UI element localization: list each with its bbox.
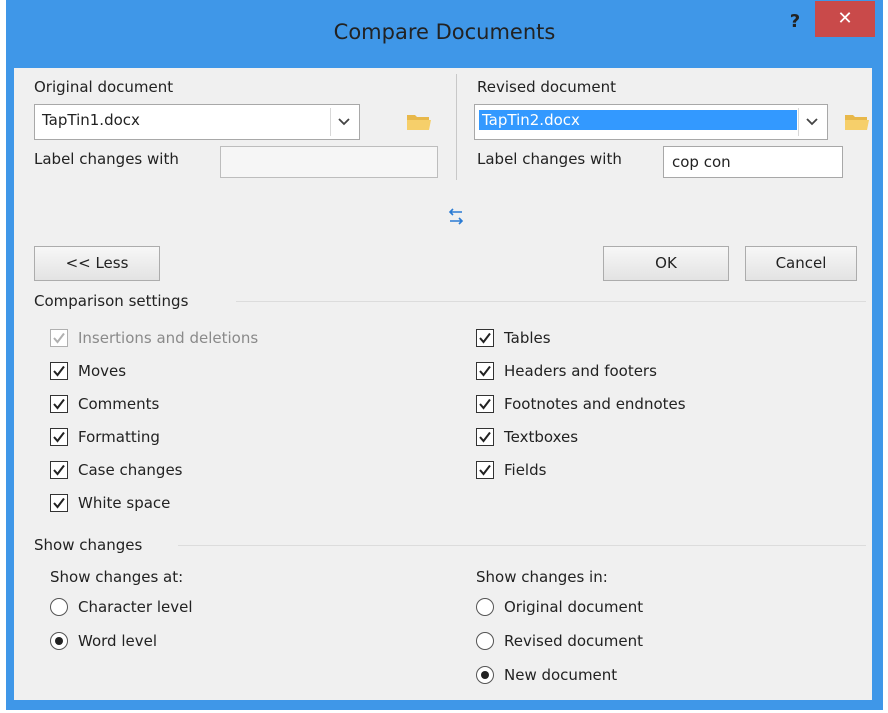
close-button[interactable]: ✕ <box>815 1 875 37</box>
show-changes-heading: Show changes <box>34 536 143 554</box>
headers-footers-label: Headers and footers <box>504 362 657 380</box>
revised-label-changes-text: Label changes with <box>477 150 622 168</box>
revised-label-changes-field[interactable]: cop con <box>663 146 843 178</box>
revised-document-radio[interactable] <box>476 632 494 650</box>
moves-label: Moves <box>78 362 127 380</box>
original-document-radio[interactable] <box>476 598 494 616</box>
tables-label: Tables <box>504 329 551 347</box>
insertions-deletions-label: Insertions and deletions <box>78 329 259 347</box>
footnotes-endnotes-checkbox[interactable] <box>476 395 494 413</box>
formatting-label: Formatting <box>78 428 160 446</box>
less-button[interactable]: << Less <box>34 246 160 281</box>
case-changes-checkbox[interactable] <box>50 461 68 479</box>
tables-checkbox[interactable] <box>476 329 494 347</box>
title-bar: Compare Documents ? ✕ <box>6 0 883 68</box>
folder-icon[interactable] <box>844 112 870 132</box>
white-space-checkbox[interactable] <box>50 494 68 512</box>
moves-checkbox[interactable] <box>50 362 68 380</box>
column-divider <box>456 74 457 180</box>
white-space-label: White space <box>78 494 171 512</box>
new-document-radio-label: New document <box>504 666 618 684</box>
textboxes-label: Textboxes <box>504 428 579 446</box>
new-document-radio[interactable] <box>476 666 494 684</box>
insertions-deletions-checkbox[interactable] <box>50 329 68 347</box>
show-changes-in-heading: Show changes in: <box>476 568 608 586</box>
dialog-window: Compare Documents ? ✕ Original document … <box>6 0 883 710</box>
comparison-settings-divider <box>236 301 866 302</box>
dialog-title: Compare Documents <box>333 20 556 44</box>
word-level-label: Word level <box>78 632 157 650</box>
character-level-radio[interactable] <box>50 598 68 616</box>
comments-checkbox[interactable] <box>50 395 68 413</box>
headers-footers-checkbox[interactable] <box>476 362 494 380</box>
original-document-heading: Original document <box>34 78 174 96</box>
fields-checkbox[interactable] <box>476 461 494 479</box>
word-level-radio[interactable] <box>50 632 68 650</box>
original-label-changes-field[interactable] <box>220 146 438 178</box>
comments-label: Comments <box>78 395 160 413</box>
original-document-radio-label: Original document <box>504 598 644 616</box>
chevron-down-icon[interactable] <box>330 108 357 136</box>
ok-button[interactable]: OK <box>603 246 729 281</box>
radio-selected-dot <box>481 671 489 679</box>
cancel-button[interactable]: Cancel <box>745 246 857 281</box>
show-changes-at-heading: Show changes at: <box>50 568 184 586</box>
case-changes-label: Case changes <box>78 461 183 479</box>
original-document-value: TapTin1.docx <box>42 111 140 129</box>
revised-document-heading: Revised document <box>477 78 617 96</box>
footnotes-endnotes-label: Footnotes and endnotes <box>504 395 686 413</box>
dialog-body: Original document TapTin1.docx Label cha… <box>14 68 872 700</box>
help-button[interactable]: ? <box>781 8 809 36</box>
revised-document-value: TapTin2.docx <box>479 110 797 130</box>
show-changes-divider <box>178 545 866 546</box>
textboxes-checkbox[interactable] <box>476 428 494 446</box>
formatting-checkbox[interactable] <box>50 428 68 446</box>
revised-document-combo[interactable]: TapTin2.docx <box>474 104 828 140</box>
revised-document-radio-label: Revised document <box>504 632 644 650</box>
original-label-changes-text: Label changes with <box>34 150 179 168</box>
chevron-down-icon[interactable] <box>798 108 825 136</box>
radio-selected-dot <box>55 637 63 645</box>
fields-label: Fields <box>504 461 547 479</box>
comparison-settings-heading: Comparison settings <box>34 292 189 310</box>
character-level-label: Character level <box>78 598 193 616</box>
original-document-combo[interactable]: TapTin1.docx <box>34 104 360 140</box>
swap-arrows-icon[interactable] <box>446 206 466 228</box>
folder-icon[interactable] <box>406 112 432 132</box>
